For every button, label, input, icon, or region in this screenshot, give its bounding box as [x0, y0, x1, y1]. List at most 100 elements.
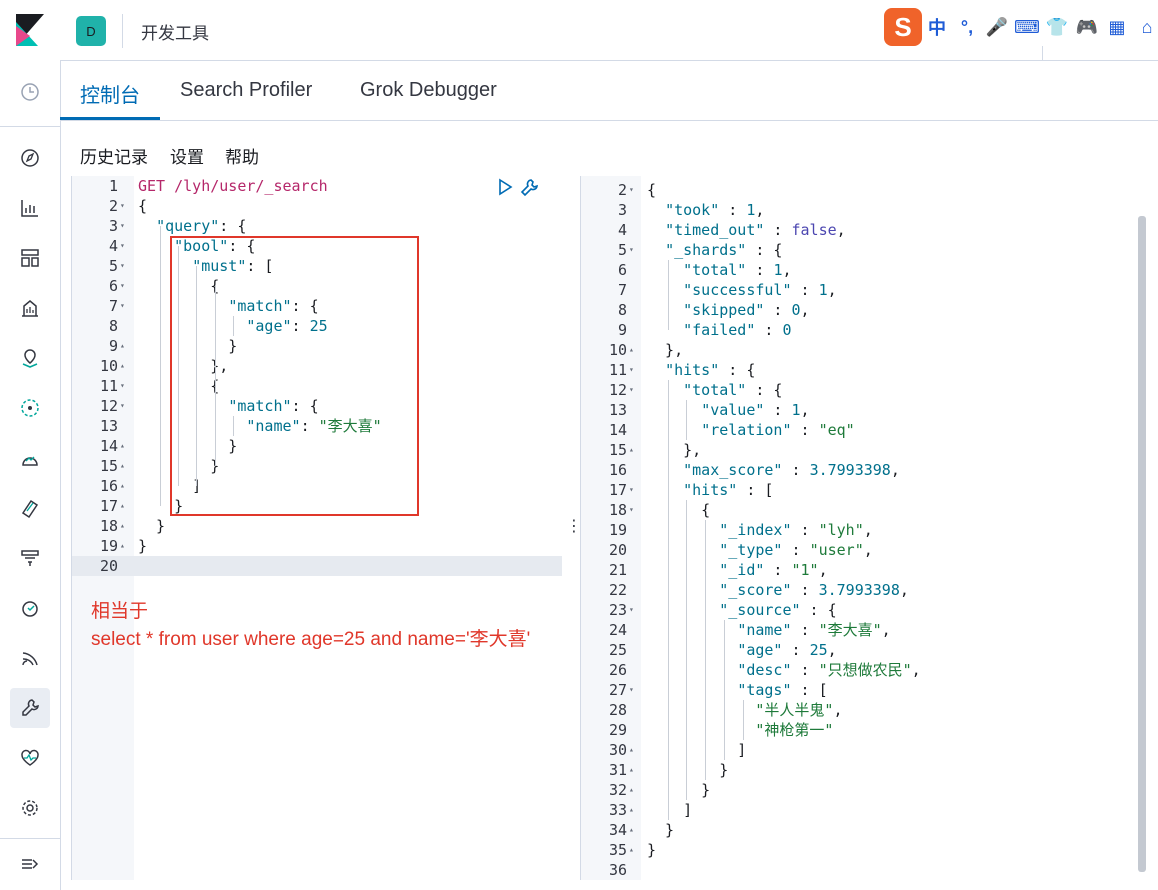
active-tab-indicator: [60, 117, 160, 120]
apm-icon[interactable]: [16, 544, 44, 572]
kibana-logo[interactable]: [16, 14, 44, 46]
response-line: 28 "半人半鬼",: [608, 701, 843, 719]
ime-keyboard-icon[interactable]: ⌨: [1012, 17, 1042, 38]
space-avatar[interactable]: D: [76, 16, 106, 46]
ime-skin-icon[interactable]: 👕: [1042, 17, 1072, 38]
response-line: 30 ▴ ]: [608, 741, 747, 759]
response-line: 8 "skipped" : 0,: [617, 301, 810, 319]
response-line: 21 "_id" : "1",: [608, 561, 828, 579]
response-line: 33 ▴ ]: [608, 801, 693, 819]
indent-guide: [668, 260, 669, 330]
tab-grok-debugger[interactable]: Grok Debugger: [360, 79, 497, 102]
response-line: 2 ▾{: [617, 181, 657, 199]
wrench-icon[interactable]: [519, 178, 539, 203]
response-line: 20 "_type" : "user",: [608, 541, 873, 559]
indent-guide: [668, 380, 669, 820]
response-line: 35 ▴}: [608, 841, 657, 859]
discover-compass-icon[interactable]: [16, 144, 44, 172]
help-link[interactable]: 帮助: [225, 143, 259, 168]
response-line: 23 ▾ "_source" : {: [608, 601, 837, 619]
request-line: 20: [99, 557, 118, 575]
annotation-heading: 相当于: [91, 601, 149, 622]
dev-tools-tabs: 控制台 Search Profiler Grok Debugger: [61, 60, 1158, 121]
ime-mode-chinese[interactable]: 中: [922, 14, 952, 40]
response-line: 6 "total" : 1,: [617, 261, 792, 279]
request-line: 19 ▴}: [99, 537, 148, 555]
response-line: 26 "desc" : "只想做农民",: [608, 661, 921, 679]
monitoring-heart-icon[interactable]: [16, 744, 44, 772]
response-line: 11 ▾ "hits" : {: [608, 361, 756, 379]
response-line: 34 ▴ }: [608, 821, 675, 839]
canvas-icon[interactable]: [16, 294, 44, 322]
ime-grid-icon[interactable]: ▦: [1102, 17, 1132, 38]
request-line: 18 ▴ }: [99, 517, 166, 535]
recent-clock-icon[interactable]: [16, 78, 44, 106]
indent-guide: [724, 620, 725, 760]
header-separator: [1042, 46, 1043, 60]
request-actions: [497, 178, 539, 203]
indent-guide: [686, 500, 687, 800]
response-line: 29 "神枪第一": [608, 721, 834, 739]
collapse-nav-icon[interactable]: [16, 850, 44, 878]
response-output[interactable]: 2 ▾{ 3 "took" : 1, 4 "timed_out" : false, 5 ▾…: [580, 176, 1158, 880]
uptime-icon[interactable]: [16, 594, 44, 622]
response-line: 12 ▾ "total" : {: [608, 381, 783, 399]
response-line: 17 ▾ "hits" : [: [608, 481, 774, 499]
visualize-chart-icon[interactable]: [16, 194, 44, 222]
ime-toolbar: S 中 °, 🎤 ⌨ 👕 🎮 ▦ ⌂: [884, 8, 1158, 46]
header-bar: D 开发工具 S 中 °, 🎤 ⌨ 👕 🎮 ▦ ⌂: [0, 0, 1158, 61]
sogou-logo-icon[interactable]: S: [884, 8, 922, 46]
response-line: 32 ▴ }: [608, 781, 711, 799]
response-line: 19 "_index" : "lyh",: [608, 521, 873, 539]
play-icon[interactable]: [497, 178, 513, 203]
request-line: 1 GET /lyh/user/_search: [108, 177, 328, 195]
history-link[interactable]: 历史记录: [80, 143, 148, 168]
response-line: 24 "name" : "李大喜",: [608, 621, 891, 639]
response-line: 7 "successful" : 1,: [617, 281, 837, 299]
settings-link[interactable]: 设置: [170, 143, 204, 168]
response-line: 25 "age" : 25,: [608, 641, 837, 659]
header-divider: [122, 14, 123, 48]
indent-guide: [160, 226, 161, 506]
side-nav: [0, 60, 61, 890]
nav-divider: [0, 838, 60, 839]
infrastructure-icon[interactable]: [16, 444, 44, 472]
request-line: 3 ▾ "query": {: [108, 217, 247, 235]
tab-console[interactable]: 控制台: [80, 79, 140, 108]
ml-icon[interactable]: [16, 394, 44, 422]
logs-icon[interactable]: [16, 494, 44, 522]
breadcrumb-title: 开发工具: [141, 24, 209, 43]
response-line: 31 ▴ }: [608, 761, 729, 779]
response-line: 15 ▴ },: [608, 441, 702, 459]
response-line: 10 ▴ },: [608, 341, 684, 359]
dev-tools-wrench-icon[interactable]: [16, 694, 44, 722]
response-line: 5 ▾ "_shards" : {: [617, 241, 783, 259]
ime-punctuation-icon[interactable]: °,: [952, 17, 982, 38]
response-line: 4 "timed_out" : false,: [617, 221, 846, 239]
response-line: 18 ▾ {: [608, 501, 711, 519]
tab-search-profiler[interactable]: Search Profiler: [180, 79, 312, 102]
response-line: 22 "_score" : 3.7993398,: [608, 581, 909, 599]
response-line: 13 "value" : 1,: [608, 401, 810, 419]
dashboard-icon[interactable]: [16, 244, 44, 272]
management-gear-icon[interactable]: [16, 794, 44, 822]
request-line: 2 ▾{: [108, 197, 148, 215]
siem-icon[interactable]: [16, 644, 44, 672]
ime-game-icon[interactable]: 🎮: [1072, 17, 1102, 38]
indent-guide: [705, 520, 706, 780]
indent-guide: [743, 700, 744, 740]
annotation-sql: select * from user where age=25 and name…: [91, 629, 531, 650]
response-line: 14 "relation" : "eq": [608, 421, 855, 439]
response-line: 16 "max_score" : 3.7993398,: [608, 461, 900, 479]
indent-guide: [686, 400, 687, 440]
annotation-box: [170, 236, 419, 516]
nav-divider: [0, 126, 60, 127]
response-scrollbar[interactable]: [1138, 216, 1146, 872]
response-line: 3 "took" : 1,: [617, 201, 765, 219]
response-line: 9 "failed" : 0: [617, 321, 792, 339]
ime-home-icon[interactable]: ⌂: [1132, 17, 1158, 38]
response-line: 36: [608, 861, 627, 879]
response-line: 27 ▾ "tags" : [: [608, 681, 828, 699]
maps-icon[interactable]: [16, 344, 44, 372]
ime-microphone-icon[interactable]: 🎤: [982, 17, 1012, 38]
